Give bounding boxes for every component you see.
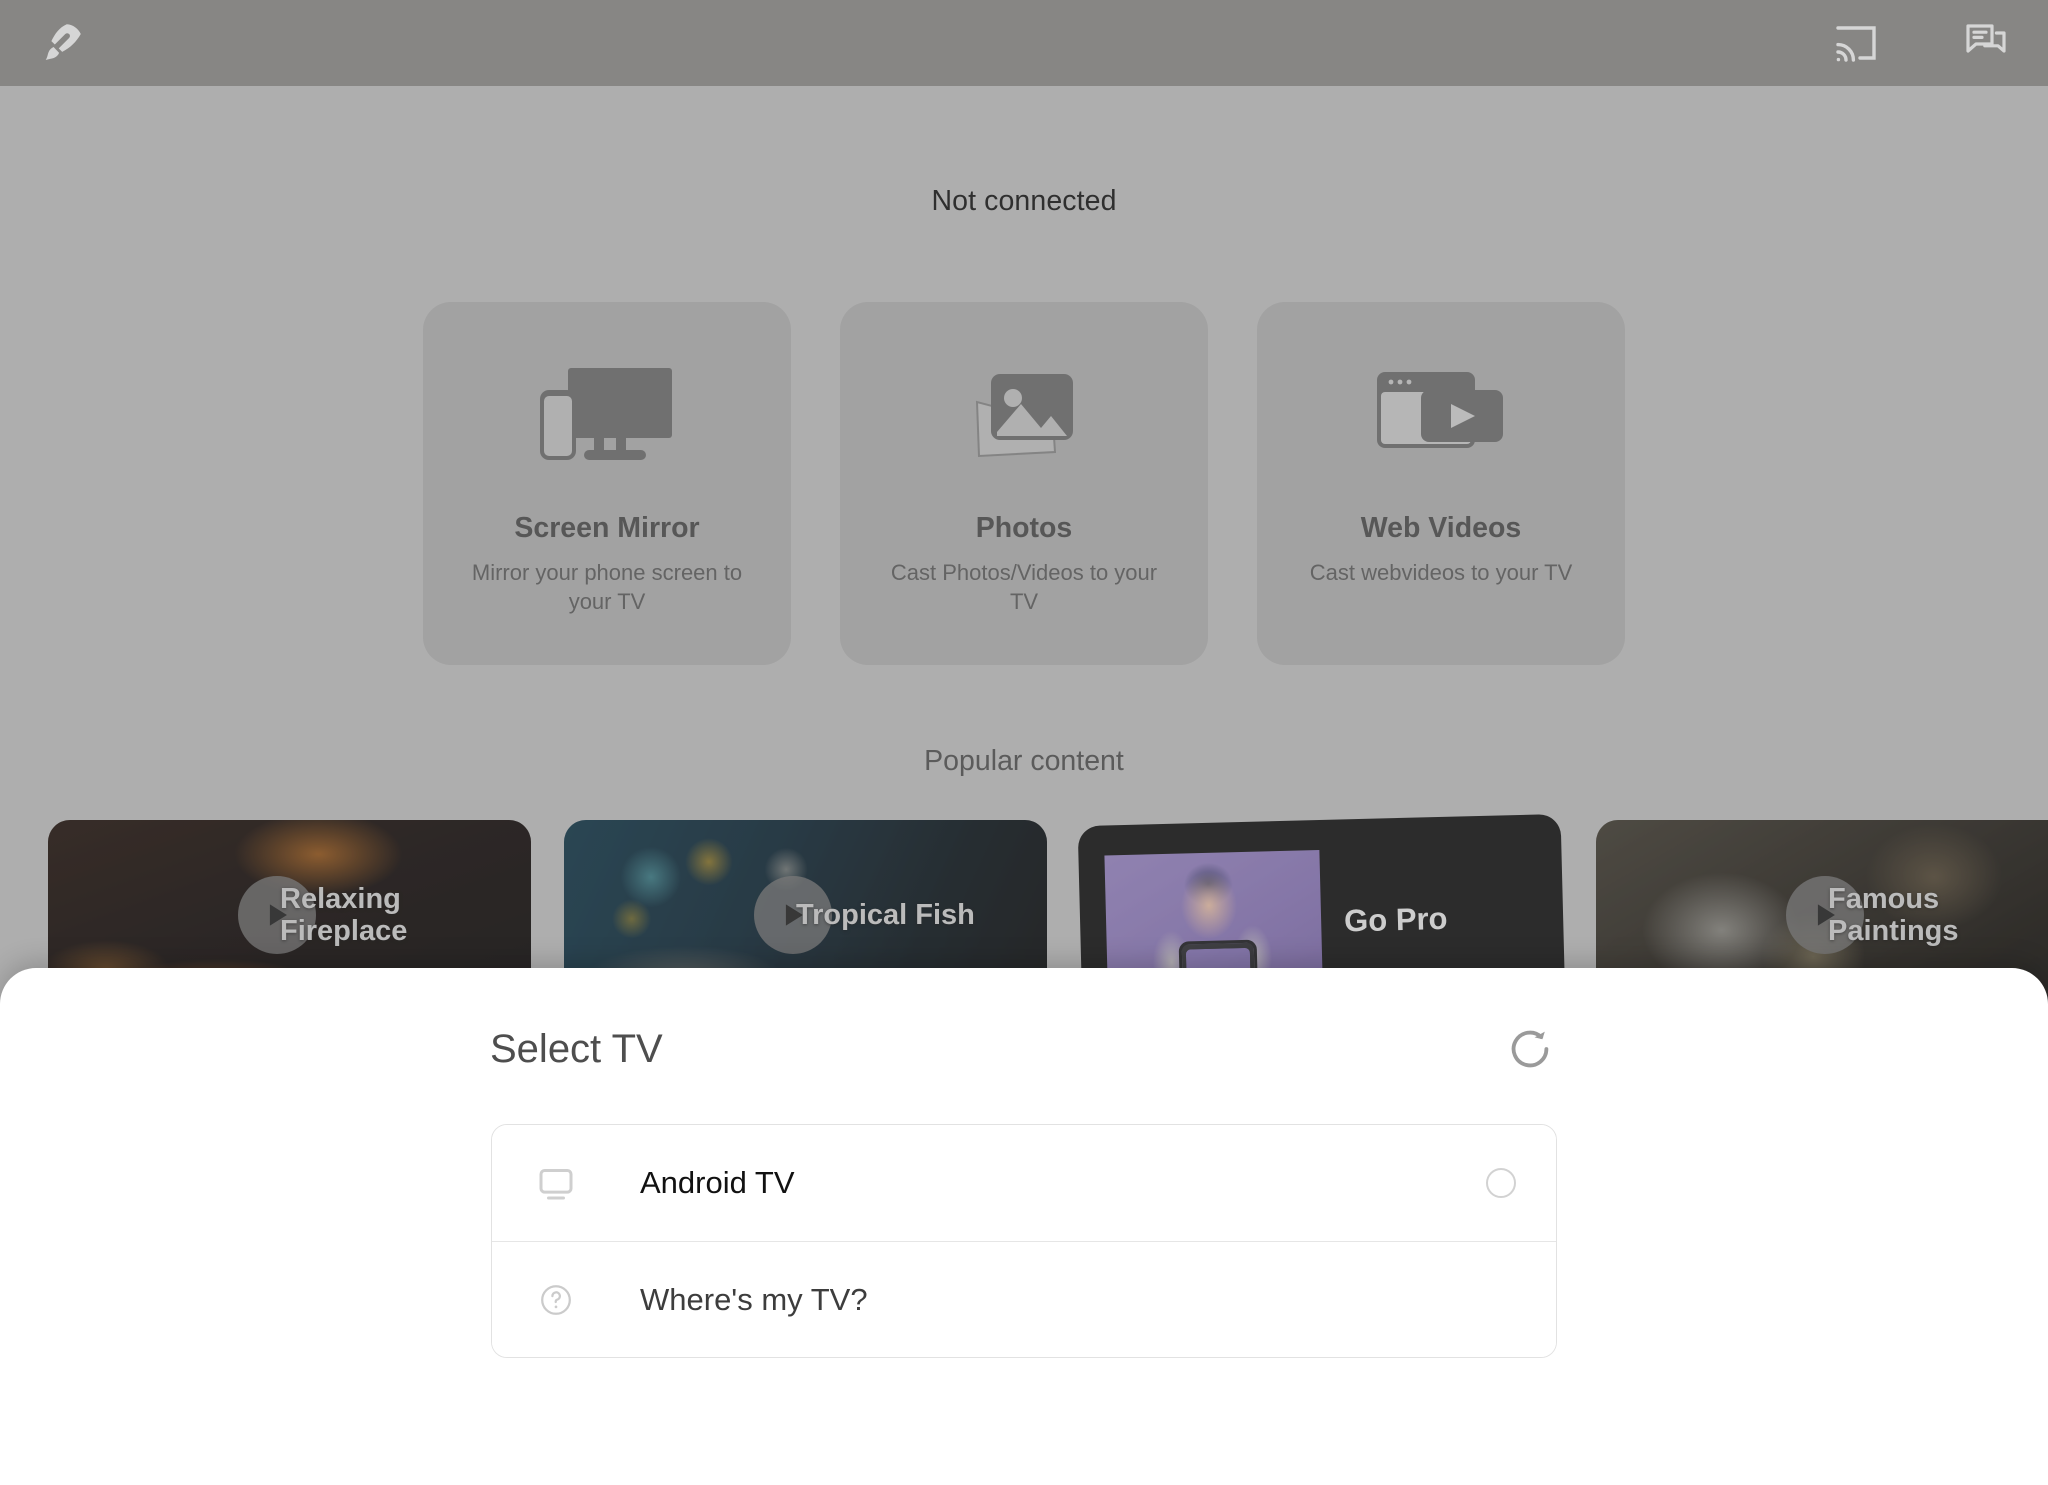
tv-device-name: Android TV — [640, 1165, 1486, 1201]
wheres-my-tv-label: Where's my TV? — [640, 1282, 1516, 1318]
screen-root: Not connected Screen Mirror Mirror your … — [0, 0, 2048, 1485]
sheet-header: Select TV — [490, 1013, 1560, 1085]
wheres-my-tv-row[interactable]: Where's my TV? — [492, 1241, 1556, 1357]
select-tv-bottom-sheet: Select TV Android TV — [0, 968, 2048, 1485]
sheet-title: Select TV — [490, 1027, 663, 1072]
refresh-icon[interactable] — [1500, 1019, 1560, 1079]
tv-device-row-android-tv[interactable]: Android TV — [492, 1125, 1556, 1241]
tv-device-list: Android TV Where's my TV? — [491, 1124, 1557, 1358]
tv-icon — [532, 1163, 580, 1203]
tv-device-radio[interactable] — [1486, 1168, 1516, 1198]
help-circle-icon — [532, 1282, 580, 1318]
